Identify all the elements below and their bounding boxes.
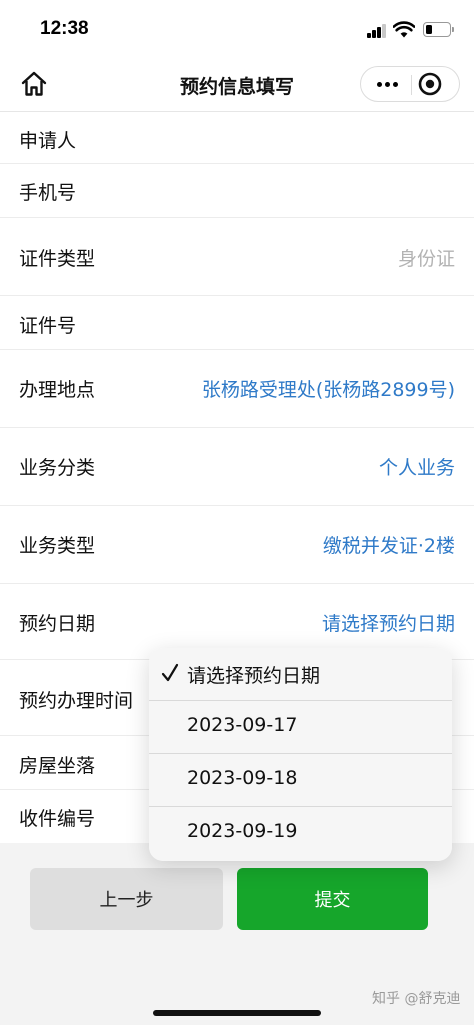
more-icon[interactable] xyxy=(365,67,409,101)
cellular-signal-icon xyxy=(367,24,387,38)
date-option[interactable]: 2023-09-18 xyxy=(149,754,452,807)
wifi-icon xyxy=(393,21,415,38)
date-picker-dropdown: 请选择预约日期 2023-09-17 2023-09-18 2023-09-19 xyxy=(149,648,452,861)
checkmark-icon xyxy=(161,663,179,682)
form-row-location[interactable]: 办理地点 张杨路受理处(张杨路2899号) xyxy=(0,350,474,428)
form-row-applicant[interactable]: 申请人 xyxy=(0,112,474,164)
mini-program-capsule xyxy=(360,66,460,102)
form-row-phone[interactable]: 手机号 xyxy=(0,164,474,218)
previous-step-button[interactable]: 上一步 xyxy=(30,868,223,930)
form-row-business-type[interactable]: 业务类型 缴税并发证·2楼 xyxy=(0,506,474,584)
form-label: 手机号 xyxy=(19,182,77,204)
form-label: 房屋坐落 xyxy=(19,755,96,777)
status-time: 12:38 xyxy=(40,18,89,39)
battery-cap xyxy=(452,27,454,32)
date-option[interactable]: 2023-09-19 xyxy=(149,807,452,860)
watermark: 知乎 @舒克迪 xyxy=(372,991,461,1007)
date-option-label: 2023-09-19 xyxy=(187,820,298,842)
location-value: 张杨路受理处(张杨路2899号) xyxy=(201,379,455,401)
bottom-action-bar: 上一步 提交 知乎 @舒克迪 xyxy=(0,843,474,1025)
capsule-divider xyxy=(411,75,412,95)
date-option-label: 2023-09-18 xyxy=(187,767,298,789)
form-label: 办理地点 xyxy=(19,379,96,401)
battery-level xyxy=(426,25,432,34)
home-indicator xyxy=(153,1010,321,1016)
form-label: 业务分类 xyxy=(19,457,96,479)
business-type-value: 缴税并发证·2楼 xyxy=(322,535,455,557)
id-type-value: 身份证 xyxy=(397,248,455,270)
battery-icon xyxy=(423,22,451,37)
form-label: 申请人 xyxy=(19,130,77,152)
form-row-category[interactable]: 业务分类 个人业务 xyxy=(0,428,474,506)
form-label: 证件号 xyxy=(19,315,77,337)
form-row-id-type[interactable]: 证件类型 身份证 xyxy=(0,218,474,296)
form-label: 收件编号 xyxy=(19,808,96,830)
date-option-label: 请选择预约日期 xyxy=(187,665,321,687)
close-circle-icon[interactable] xyxy=(417,71,443,97)
date-option-label: 2023-09-17 xyxy=(187,714,298,736)
submit-button[interactable]: 提交 xyxy=(237,868,428,930)
form-label: 业务类型 xyxy=(19,535,96,557)
form-row-id-number[interactable]: 证件号 xyxy=(0,296,474,350)
category-value: 个人业务 xyxy=(378,457,455,479)
form-label: 预约办理时间 xyxy=(19,690,134,712)
form-label: 预约日期 xyxy=(19,613,96,635)
form-label: 证件类型 xyxy=(19,248,96,270)
status-bar: 12:38 xyxy=(0,0,474,58)
date-option[interactable]: 请选择预约日期 xyxy=(149,648,452,701)
nav-bar: 预约信息填写 xyxy=(0,58,474,112)
date-option[interactable]: 2023-09-17 xyxy=(149,701,452,754)
date-value: 请选择预约日期 xyxy=(321,613,455,635)
